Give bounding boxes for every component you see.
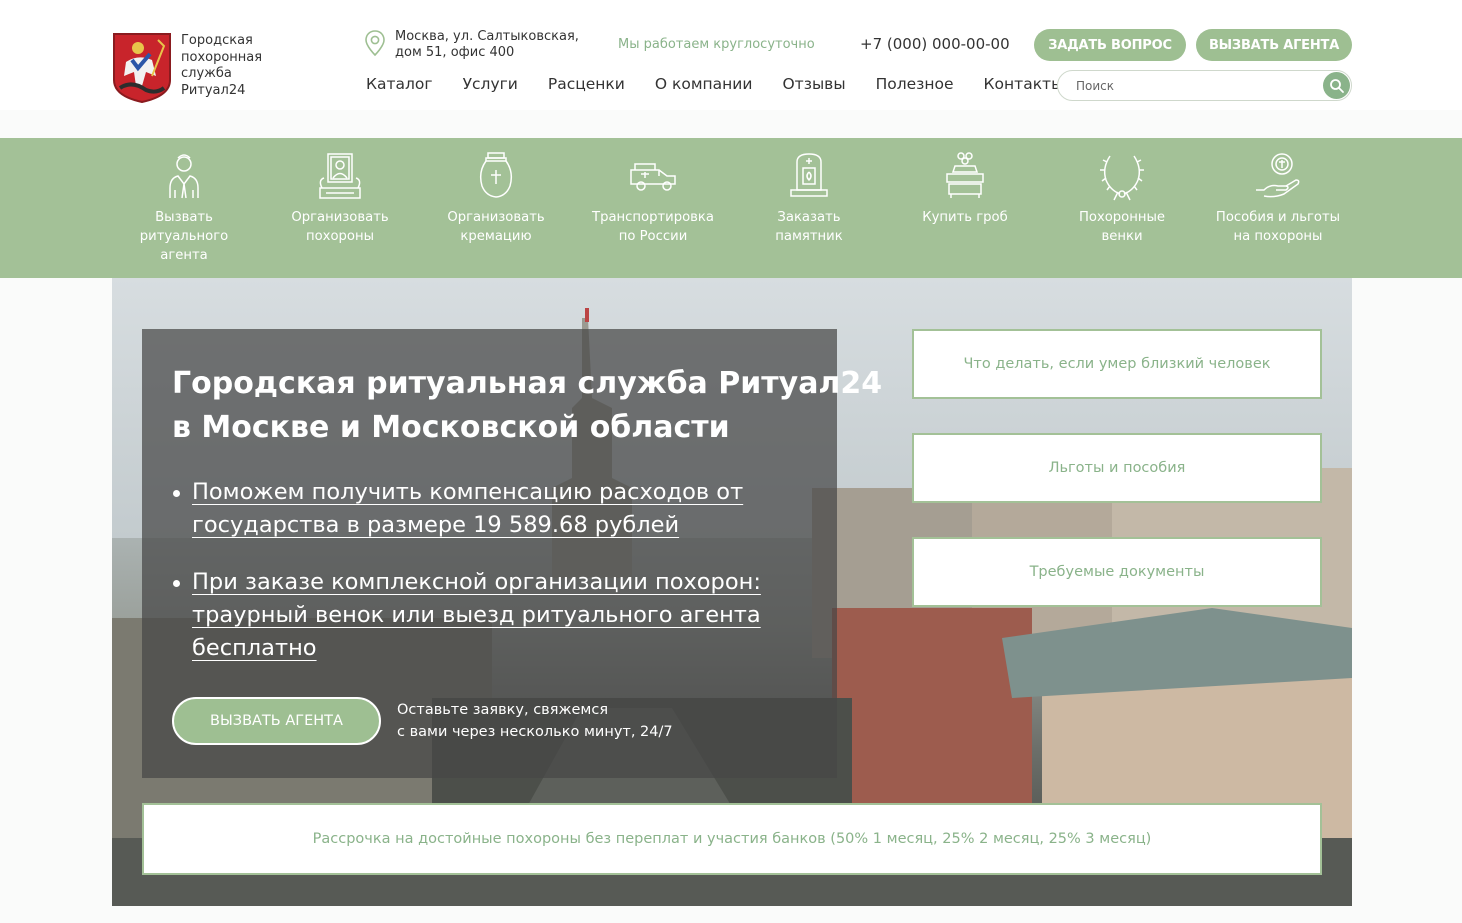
hero-title-line: Городская ритуальная служба Ритуал24 xyxy=(172,366,883,401)
bullet-line: траурный венок или выезд ритуального аге… xyxy=(192,602,761,628)
service-transport[interactable]: Транспортировка по России xyxy=(575,150,731,246)
card-documents[interactable]: Требуемые документы xyxy=(912,537,1322,607)
monument-icon xyxy=(790,153,828,197)
bullet-line: Поможем получить компенсацию расходов от xyxy=(192,479,744,505)
card-what-to-do[interactable]: Что делать, если умер близкий человек xyxy=(912,329,1322,399)
service-label: Транспортировка xyxy=(592,210,714,225)
service-label: венки xyxy=(1101,229,1143,244)
portrait-icon xyxy=(319,153,361,199)
service-monument[interactable]: Заказать памятник xyxy=(731,150,887,246)
nav-item-catalog[interactable]: Каталог xyxy=(366,75,433,93)
coffin-icon xyxy=(946,152,984,198)
service-label: кремацию xyxy=(460,229,532,244)
phone-number[interactable]: +7 (000) 000-00-00 xyxy=(860,35,1010,53)
service-label: Похоронные xyxy=(1078,210,1166,225)
list-item: Поможем получить компенсацию расходов от… xyxy=(172,476,792,542)
ask-question-button[interactable]: ЗАДАТЬ ВОПРОС xyxy=(1034,29,1186,61)
site-header: Городская похоронная служба Ритуал24 Мос… xyxy=(0,0,1462,110)
logo-line: служба xyxy=(181,66,232,81)
hero-title: Городская ритуальная служба Ритуал24 в М… xyxy=(172,362,883,450)
search-icon xyxy=(1329,78,1344,93)
service-label: Организовать xyxy=(447,210,545,225)
service-call-agent[interactable]: Вызвать ритуального агента xyxy=(106,150,262,265)
service-cremation[interactable]: Организовать кремацию xyxy=(418,150,574,246)
address: Москва, ул. Салтыковская, дом 51, офис 4… xyxy=(395,29,595,61)
urn-icon xyxy=(479,152,513,198)
bullet-line: государства в размере 19 589.68 рублей xyxy=(192,512,680,538)
hero-call-agent-button[interactable]: ВЫЗВАТЬ АГЕНТА xyxy=(172,697,381,745)
benefits-icon xyxy=(1256,153,1300,198)
cta-note-line: Оставьте заявку, свяжемся xyxy=(397,702,609,718)
address-line: дом 51, офис 400 xyxy=(395,45,515,60)
card-benefits[interactable]: Льготы и пособия xyxy=(912,433,1322,503)
nav-item-prices[interactable]: Расценки xyxy=(548,75,625,93)
agent-icon xyxy=(169,154,199,199)
hero-benefits-list: Поможем получить компенсацию расходов от… xyxy=(172,476,792,689)
hero-cta-note: Оставьте заявку, свяжемся с вами через н… xyxy=(397,699,673,743)
service-benefits[interactable]: Пособия и льготы на похороны xyxy=(1200,150,1356,246)
wreath-icon xyxy=(1100,155,1144,201)
service-label: агента xyxy=(160,248,208,263)
cta-note-line: с вами через несколько минут, 24/7 xyxy=(397,724,673,740)
hero-title-line: в Москве и Московской области xyxy=(172,410,730,445)
bullet-line: При заказе комплексной организации похор… xyxy=(192,569,761,595)
service-label: ритуального xyxy=(139,229,229,244)
moscow-coat-of-arms-icon[interactable] xyxy=(112,32,172,104)
nav-item-useful[interactable]: Полезное xyxy=(876,75,954,93)
service-label: Вызвать xyxy=(155,210,213,225)
call-agent-button[interactable]: ВЫЗВАТЬ АГЕНТА xyxy=(1196,29,1352,61)
nav-item-reviews[interactable]: Отзывы xyxy=(782,75,845,93)
search-button[interactable] xyxy=(1323,72,1350,99)
service-wreaths[interactable]: Похоронные венки xyxy=(1044,150,1200,246)
service-coffin[interactable]: Купить гроб xyxy=(887,150,1043,227)
location-pin-icon xyxy=(365,30,385,57)
nav-item-services[interactable]: Услуги xyxy=(463,75,518,93)
logo-text[interactable]: Городская похоронная служба Ритуал24 xyxy=(181,33,301,99)
services-band: Вызвать ритуального агента Организовать … xyxy=(0,138,1462,278)
service-organize-funeral[interactable]: Организовать похороны xyxy=(262,150,418,246)
bullet-line: бесплатно xyxy=(192,635,317,661)
service-label: по России xyxy=(618,229,688,244)
service-label: похороны xyxy=(305,229,375,244)
service-label: памятник xyxy=(775,229,843,244)
installment-banner[interactable]: Рассрочка на достойные похороны без пере… xyxy=(142,803,1322,875)
logo-line: Городская xyxy=(181,33,253,48)
nav-item-contacts[interactable]: Контакты xyxy=(984,75,1064,93)
service-label: Пособия и льготы xyxy=(1215,210,1341,225)
main-nav: Каталог Услуги Расценки О компании Отзыв… xyxy=(366,75,1093,93)
service-label: Заказать xyxy=(777,210,841,225)
logo-line: Ритуал24 xyxy=(181,82,246,98)
logo-line: похоронная xyxy=(181,49,263,65)
service-label: Купить гроб xyxy=(922,210,1008,225)
list-item: При заказе комплексной организации похор… xyxy=(172,566,792,665)
address-line: Москва, ул. Салтыковская, xyxy=(395,29,579,44)
hearse-icon xyxy=(630,163,676,191)
worktime-text: Мы работаем круглосуточно xyxy=(618,37,815,52)
service-label: Организовать xyxy=(291,210,389,225)
nav-item-about[interactable]: О компании xyxy=(655,75,753,93)
search-input[interactable] xyxy=(1076,76,1316,96)
service-label: на похороны xyxy=(1233,229,1323,244)
search-box xyxy=(1057,70,1352,101)
hero-section: Городская ритуальная служба Ритуал24 в М… xyxy=(112,278,1352,906)
